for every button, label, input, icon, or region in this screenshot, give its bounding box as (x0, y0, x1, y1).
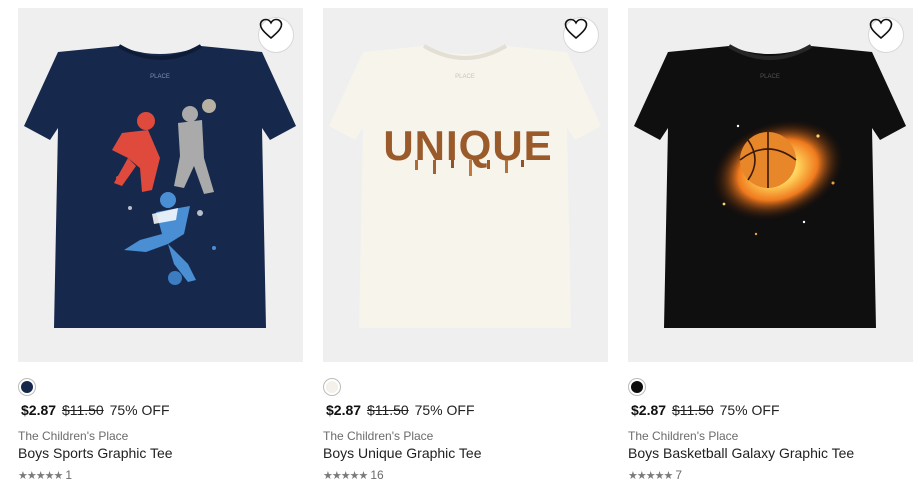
product-name-link[interactable]: Boys Unique Graphic Tee (323, 445, 482, 461)
product-rating: ★★★★★ 16 (323, 468, 384, 482)
heart-outline-icon (259, 18, 283, 40)
product-rating: ★★★★★ 1 (18, 468, 72, 482)
price-row: $2.87 $11.50 75% OFF (631, 402, 780, 418)
original-price: $11.50 (671, 402, 714, 418)
product-card[interactable]: PLACE $2.87 $11.50 75% OFF The Children'… (628, 0, 913, 482)
color-swatch[interactable] (323, 378, 341, 396)
discount-label: 75% OFF (719, 402, 780, 418)
rating-count: 1 (65, 468, 72, 482)
product-image[interactable]: PLACE UNIQUE (323, 8, 608, 362)
product-name-link[interactable]: Boys Basketball Galaxy Graphic Tee (628, 445, 854, 461)
price-row: $2.87 $11.50 75% OFF (21, 402, 170, 418)
original-price: $11.50 (61, 402, 104, 418)
rating-count: 7 (675, 468, 682, 482)
product-card[interactable]: PLACE $2.87 $11.50 75% OFF The Children'… (18, 0, 303, 482)
heart-outline-icon (869, 18, 893, 40)
product-image[interactable]: PLACE (628, 8, 913, 362)
unique-tee-image: PLACE UNIQUE (329, 44, 601, 328)
sale-price: $2.87 (21, 402, 57, 418)
star-rating-icon: ★★★★★ (323, 469, 368, 482)
sale-price: $2.87 (631, 402, 667, 418)
product-name-link[interactable]: Boys Sports Graphic Tee (18, 445, 173, 461)
discount-label: 75% OFF (109, 402, 170, 418)
favorite-button[interactable] (868, 17, 904, 53)
color-swatch[interactable] (628, 378, 646, 396)
svg-text:PLACE: PLACE (455, 74, 475, 80)
brand-name: The Children's Place (323, 429, 434, 443)
favorite-button[interactable] (258, 17, 294, 53)
original-price: $11.50 (366, 402, 409, 418)
svg-text:PLACE: PLACE (760, 74, 780, 80)
rating-count: 16 (370, 468, 384, 482)
product-image[interactable]: PLACE (18, 8, 303, 362)
product-card[interactable]: PLACE UNIQUE $2.87 $11.50 75% OFF The Ch… (323, 0, 608, 482)
favorite-button[interactable] (563, 17, 599, 53)
brand-name: The Children's Place (18, 429, 129, 443)
heart-outline-icon (564, 18, 588, 40)
swatch-color (326, 381, 338, 393)
swatch-color (21, 381, 33, 393)
shirt-print-text: UNIQUE (383, 122, 552, 169)
price-row: $2.87 $11.50 75% OFF (326, 402, 475, 418)
brand-name: The Children's Place (628, 429, 739, 443)
color-swatch[interactable] (18, 378, 36, 396)
sale-price: $2.87 (326, 402, 362, 418)
basketball-galaxy-tee-image: PLACE (634, 44, 906, 328)
discount-label: 75% OFF (414, 402, 475, 418)
svg-text:PLACE: PLACE (150, 74, 170, 80)
swatch-color (631, 381, 643, 393)
star-rating-icon: ★★★★★ (628, 469, 673, 482)
sports-tee-image: PLACE (24, 44, 296, 328)
product-rating: ★★★★★ 7 (628, 468, 682, 482)
star-rating-icon: ★★★★★ (18, 469, 63, 482)
